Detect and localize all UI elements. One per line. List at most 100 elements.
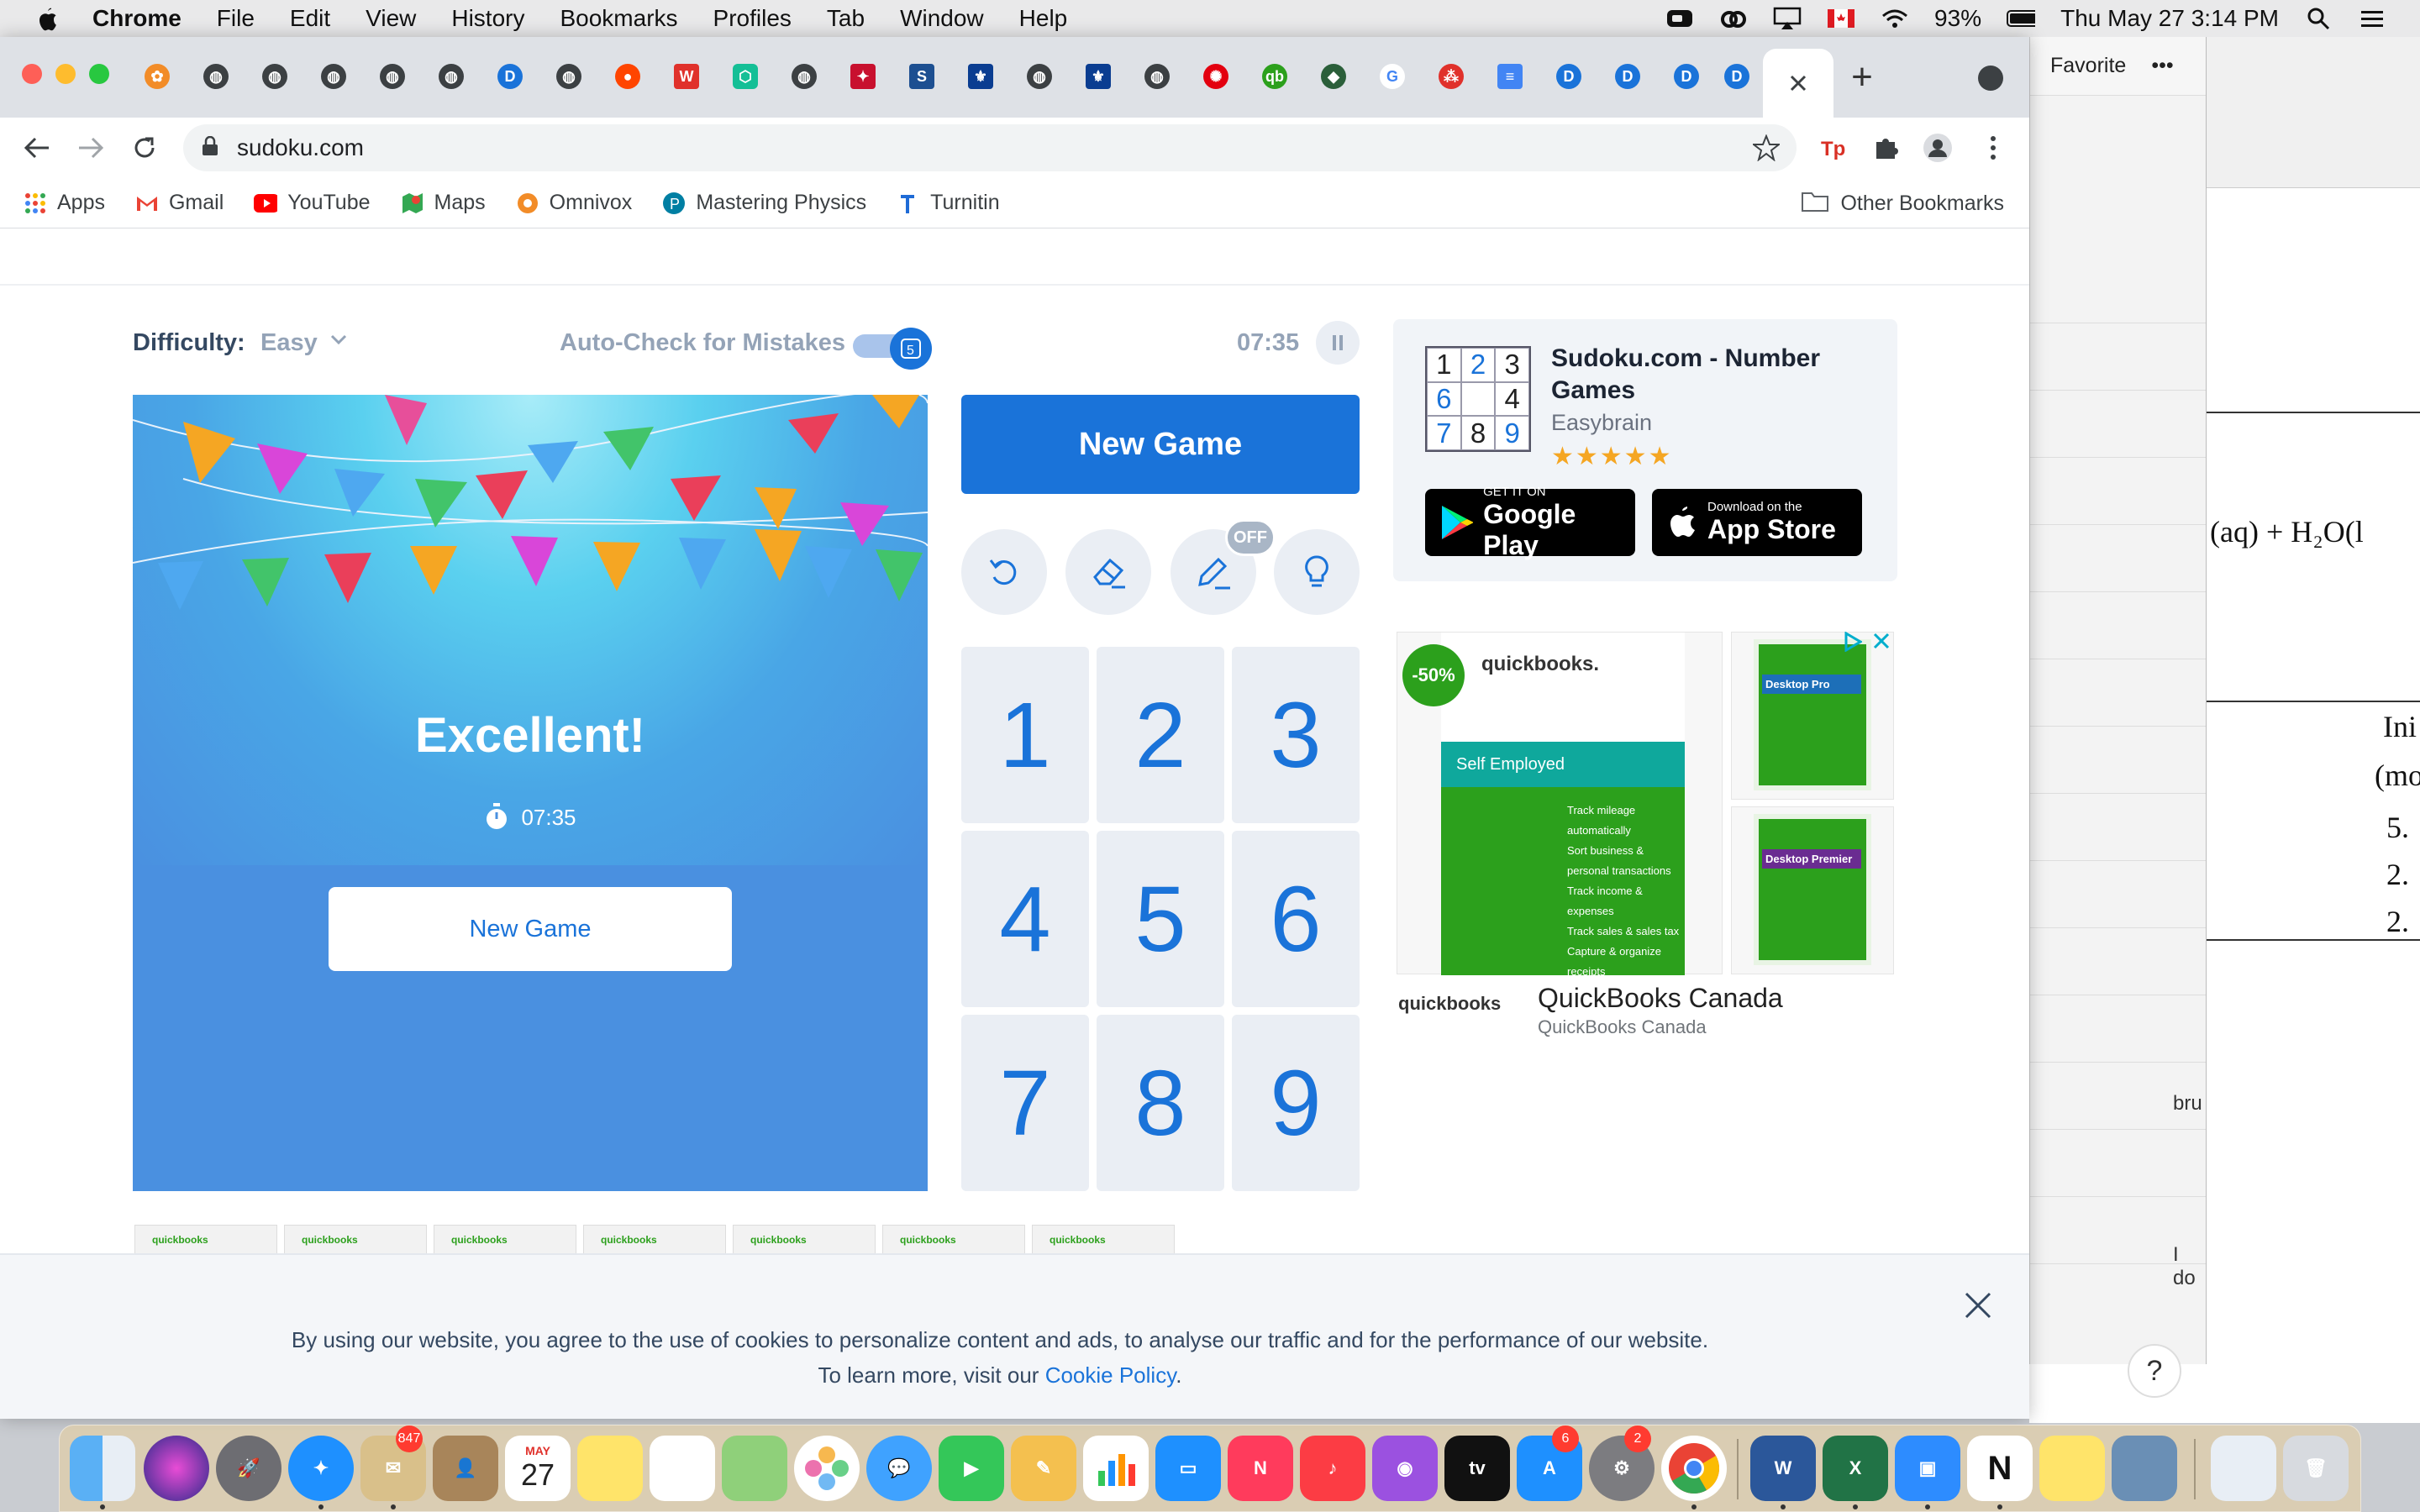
forward-arrow-icon[interactable] <box>72 129 109 166</box>
tab-globe-icon[interactable]: ◍ <box>380 64 405 89</box>
tab-globe-icon[interactable]: ◍ <box>556 64 581 89</box>
number-key-4[interactable]: 4 <box>961 831 1089 1007</box>
messages-icon[interactable]: 💬 <box>866 1436 932 1501</box>
bookmark-gmail[interactable]: Gmail <box>135 191 224 215</box>
tab-d-icon[interactable]: D <box>1556 64 1581 89</box>
ad-choices[interactable] <box>1844 632 1894 655</box>
bookmark-mastering-physics[interactable]: P Mastering Physics <box>662 191 866 215</box>
url-text[interactable]: sudoku.com <box>237 134 364 161</box>
tab-w-icon[interactable]: W <box>674 64 699 89</box>
menu-window[interactable]: Window <box>900 5 984 32</box>
tab-docs-icon[interactable]: ≡ <box>1497 64 1523 89</box>
close-ad-icon[interactable] <box>1872 632 1891 650</box>
cookie-policy-link[interactable]: Cookie Policy <box>1045 1362 1176 1388</box>
tab-globe-icon[interactable]: ◍ <box>792 64 817 89</box>
control-center-icon[interactable] <box>2358 7 2386 30</box>
ad-footer-title[interactable]: QuickBooks Canada <box>1538 983 1783 1014</box>
google-play-button[interactable]: GET IT ON Google Play <box>1425 485 1635 560</box>
wifi-icon[interactable] <box>1881 7 1909 30</box>
preview-icon[interactable] <box>2112 1436 2177 1501</box>
tab-quickbooks-icon[interactable]: qb <box>1262 64 1287 89</box>
contacts-icon[interactable]: 👤 <box>433 1436 498 1501</box>
number-key-2[interactable]: 2 <box>1097 647 1224 823</box>
new-game-button[interactable]: New Game <box>961 395 1360 494</box>
more-menu-icon[interactable]: ••• <box>2151 54 2173 78</box>
ad-main-image[interactable]: quickbooks. Self Employed Track mileage … <box>1397 632 1723 978</box>
menu-profiles[interactable]: Profiles <box>713 5 792 32</box>
undo-button[interactable] <box>961 529 1047 615</box>
zoom-window-button[interactable] <box>89 64 109 84</box>
tab-quebec-icon[interactable]: ⚜ <box>968 64 993 89</box>
music-icon[interactable]: ♪ <box>1300 1436 1365 1501</box>
tab-s-icon[interactable]: S <box>909 64 934 89</box>
favorite-label[interactable]: Favorite <box>2050 54 2126 78</box>
spotlight-search-icon[interactable] <box>2304 7 2333 30</box>
tab-d-icon[interactable]: D <box>1674 64 1699 89</box>
calendar-icon[interactable]: MAY 27 <box>505 1436 571 1501</box>
tab-quebec-icon[interactable]: ⚜ <box>1086 64 1111 89</box>
browser-menu-icon[interactable] <box>1975 129 2012 166</box>
tab-omnivox-icon[interactable]: ✿ <box>145 64 170 89</box>
tab-dots-icon[interactable]: ⁂ <box>1439 64 1464 89</box>
bookmark-apps[interactable]: Apps <box>24 191 105 215</box>
ad-side-product-2[interactable]: Desktop Premier <box>1731 806 1894 974</box>
pages-icon[interactable]: ✎ <box>1011 1436 1076 1501</box>
reload-icon[interactable] <box>126 129 163 166</box>
close-cookie-banner-icon[interactable] <box>1958 1285 1998 1326</box>
tab-globe-icon[interactable]: ◍ <box>1144 64 1170 89</box>
board-new-game-button[interactable]: New Game <box>329 887 732 971</box>
reminders-icon[interactable] <box>650 1436 715 1501</box>
zoom-app-icon[interactable]: ▣ <box>1895 1436 1960 1501</box>
siri-icon[interactable] <box>144 1436 209 1501</box>
app-store-button[interactable]: Download on the App Store <box>1652 489 1862 556</box>
launchpad-rocket-icon[interactable]: 🚀 <box>216 1436 281 1501</box>
tab-d-icon[interactable]: D <box>1724 64 1749 89</box>
number-key-5[interactable]: 5 <box>1097 831 1224 1007</box>
finder-icon[interactable] <box>70 1436 135 1501</box>
back-arrow-icon[interactable] <box>18 129 55 166</box>
difficulty-select[interactable]: Easy <box>260 329 318 357</box>
hint-button[interactable] <box>1274 529 1360 615</box>
notes-icon[interactable] <box>577 1436 643 1501</box>
tab-globe-icon[interactable]: ◍ <box>1027 64 1052 89</box>
keynote-icon[interactable]: ▭ <box>1155 1436 1221 1501</box>
creative-cloud-icon[interactable] <box>1719 7 1748 30</box>
menu-app-chrome[interactable]: Chrome <box>92 5 182 32</box>
tab-maple-icon[interactable]: ✦ <box>850 64 876 89</box>
apple-tv-icon[interactable]: tv <box>1444 1436 1510 1501</box>
tab-globe-icon[interactable]: ◍ <box>321 64 346 89</box>
tab-globe-icon[interactable]: ◍ <box>439 64 464 89</box>
canada-flag-icon[interactable] <box>1827 7 1855 30</box>
menu-tab[interactable]: Tab <box>827 5 865 32</box>
number-key-1[interactable]: 1 <box>961 647 1089 823</box>
podcasts-icon[interactable]: ◉ <box>1372 1436 1438 1501</box>
app-title[interactable]: Sudoku.com - Number Games <box>1551 343 1870 406</box>
bookmark-star-icon[interactable] <box>1751 134 1781 165</box>
extensions-puzzle-icon[interactable] <box>1867 129 1904 166</box>
number-key-9[interactable]: 9 <box>1232 1015 1360 1191</box>
stickies-icon[interactable] <box>2039 1436 2105 1501</box>
quickbooks-ad[interactable]: quickbooks. Self Employed Track mileage … <box>1397 632 1894 1043</box>
notion-icon[interactable]: N <box>1967 1436 2033 1501</box>
tab-d-icon[interactable]: D <box>1615 64 1640 89</box>
clock[interactable]: Thu May 27 3:14 PM <box>2060 5 2279 32</box>
close-tab-icon[interactable] <box>1788 73 1808 93</box>
excel-icon[interactable]: X <box>1823 1436 1888 1501</box>
address-bar[interactable]: sudoku.com <box>183 124 1797 171</box>
help-button[interactable]: ? <box>2128 1344 2181 1398</box>
photos-icon[interactable] <box>794 1436 860 1501</box>
menu-history[interactable]: History <box>451 5 524 32</box>
other-bookmarks[interactable]: Other Bookmarks <box>1802 190 2004 218</box>
chrome-icon[interactable] <box>1661 1436 1727 1501</box>
apple-menu-icon[interactable] <box>32 3 62 34</box>
number-key-7[interactable]: 7 <box>961 1015 1089 1191</box>
pause-button[interactable] <box>1316 321 1360 365</box>
tab-search-icon[interactable] <box>1978 66 2003 91</box>
close-window-button[interactable] <box>22 64 42 84</box>
tab-khan-icon[interactable]: ⬡ <box>733 64 758 89</box>
tab-d-icon[interactable]: D <box>497 64 523 89</box>
new-tab-button[interactable]: + <box>1845 56 1879 97</box>
menu-bookmarks[interactable]: Bookmarks <box>560 5 677 32</box>
menu-file[interactable]: File <box>217 5 255 32</box>
number-key-3[interactable]: 3 <box>1232 647 1360 823</box>
